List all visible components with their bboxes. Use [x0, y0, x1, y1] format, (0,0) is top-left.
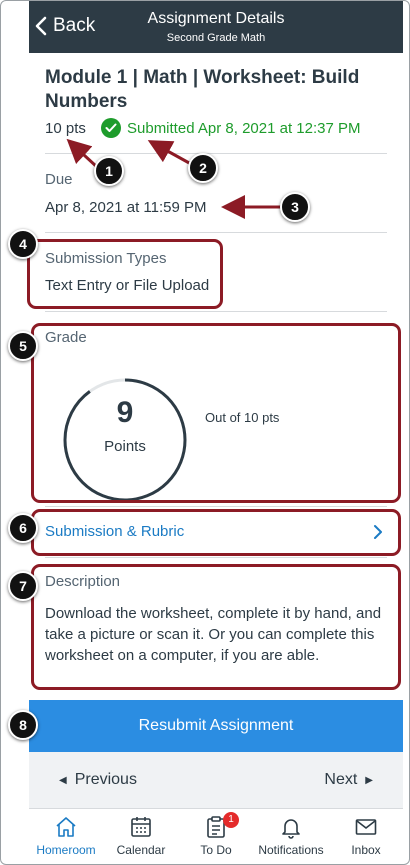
tab-label: Inbox — [351, 843, 381, 857]
triangle-right-icon: ▶ — [365, 774, 373, 786]
next-label: Next — [324, 771, 358, 788]
divider — [45, 232, 387, 233]
tab-label: Calendar — [116, 843, 166, 857]
app-screen: Back Assignment Details Second Grade Mat… — [0, 0, 410, 865]
divider — [45, 153, 387, 154]
annotation-marker: 8 — [8, 710, 38, 740]
tab-inbox[interactable]: Inbox — [329, 815, 403, 857]
tab-todo[interactable]: 1 To Do — [179, 812, 253, 857]
tab-label: Notifications — [258, 843, 324, 857]
due-date: Apr 8, 2021 at 11:59 PM — [45, 199, 207, 216]
assignment-title: Module 1 | Math | Worksheet: Build Numbe… — [45, 67, 360, 112]
bell-icon — [282, 819, 300, 839]
annotation-box-submission-types — [27, 239, 223, 309]
previous-label: Previous — [74, 771, 137, 788]
tab-bar: Homeroom Calendar 1 To Do Notifications … — [29, 808, 403, 860]
calendar-icon — [131, 817, 151, 837]
divider — [45, 506, 387, 507]
annotation-box-grade — [31, 323, 401, 503]
header-bar: Back Assignment Details Second Grade Mat… — [29, 1, 403, 53]
tab-label: To Do — [200, 843, 232, 857]
assignment-pager: ◀ Previous Next ▶ — [29, 752, 403, 808]
points-possible: 10 pts — [45, 120, 86, 137]
annotation-marker: 1 — [94, 156, 124, 186]
annotation-marker: 5 — [8, 331, 38, 361]
annotation-marker: 4 — [8, 229, 38, 259]
inbox-icon — [355, 819, 377, 835]
annotation-marker: 7 — [8, 571, 38, 601]
home-icon — [56, 817, 76, 837]
page-title: Assignment Details — [147, 10, 285, 27]
annotation-box-description — [31, 564, 401, 690]
annotation-marker: 2 — [188, 153, 218, 183]
course-subtitle: Second Grade Math — [166, 32, 266, 44]
tab-label: Homeroom — [36, 843, 96, 857]
annotation-box-submission-link — [31, 509, 401, 556]
annotation-marker: 3 — [280, 192, 310, 222]
tab-calendar[interactable]: Calendar — [104, 815, 178, 857]
resubmit-assignment-button[interactable]: Resubmit Assignment — [29, 700, 403, 752]
due-label: Due — [45, 171, 73, 188]
submitted-text: Submitted Apr 8, 2021 at 12:37 PM — [127, 119, 361, 137]
todo-count-badge: 1 — [223, 812, 239, 828]
previous-button[interactable]: ◀ Previous — [51, 771, 137, 789]
next-button[interactable]: Next ▶ — [324, 771, 381, 789]
triangle-left-icon: ◀ — [59, 774, 67, 786]
divider — [45, 557, 387, 558]
submission-status: Submitted Apr 8, 2021 at 12:37 PM — [101, 118, 360, 138]
check-circle-icon — [101, 118, 121, 138]
annotation-marker: 6 — [8, 513, 38, 543]
tab-homeroom[interactable]: Homeroom — [29, 815, 103, 857]
tab-notifications[interactable]: Notifications — [254, 815, 328, 857]
divider — [45, 311, 387, 312]
